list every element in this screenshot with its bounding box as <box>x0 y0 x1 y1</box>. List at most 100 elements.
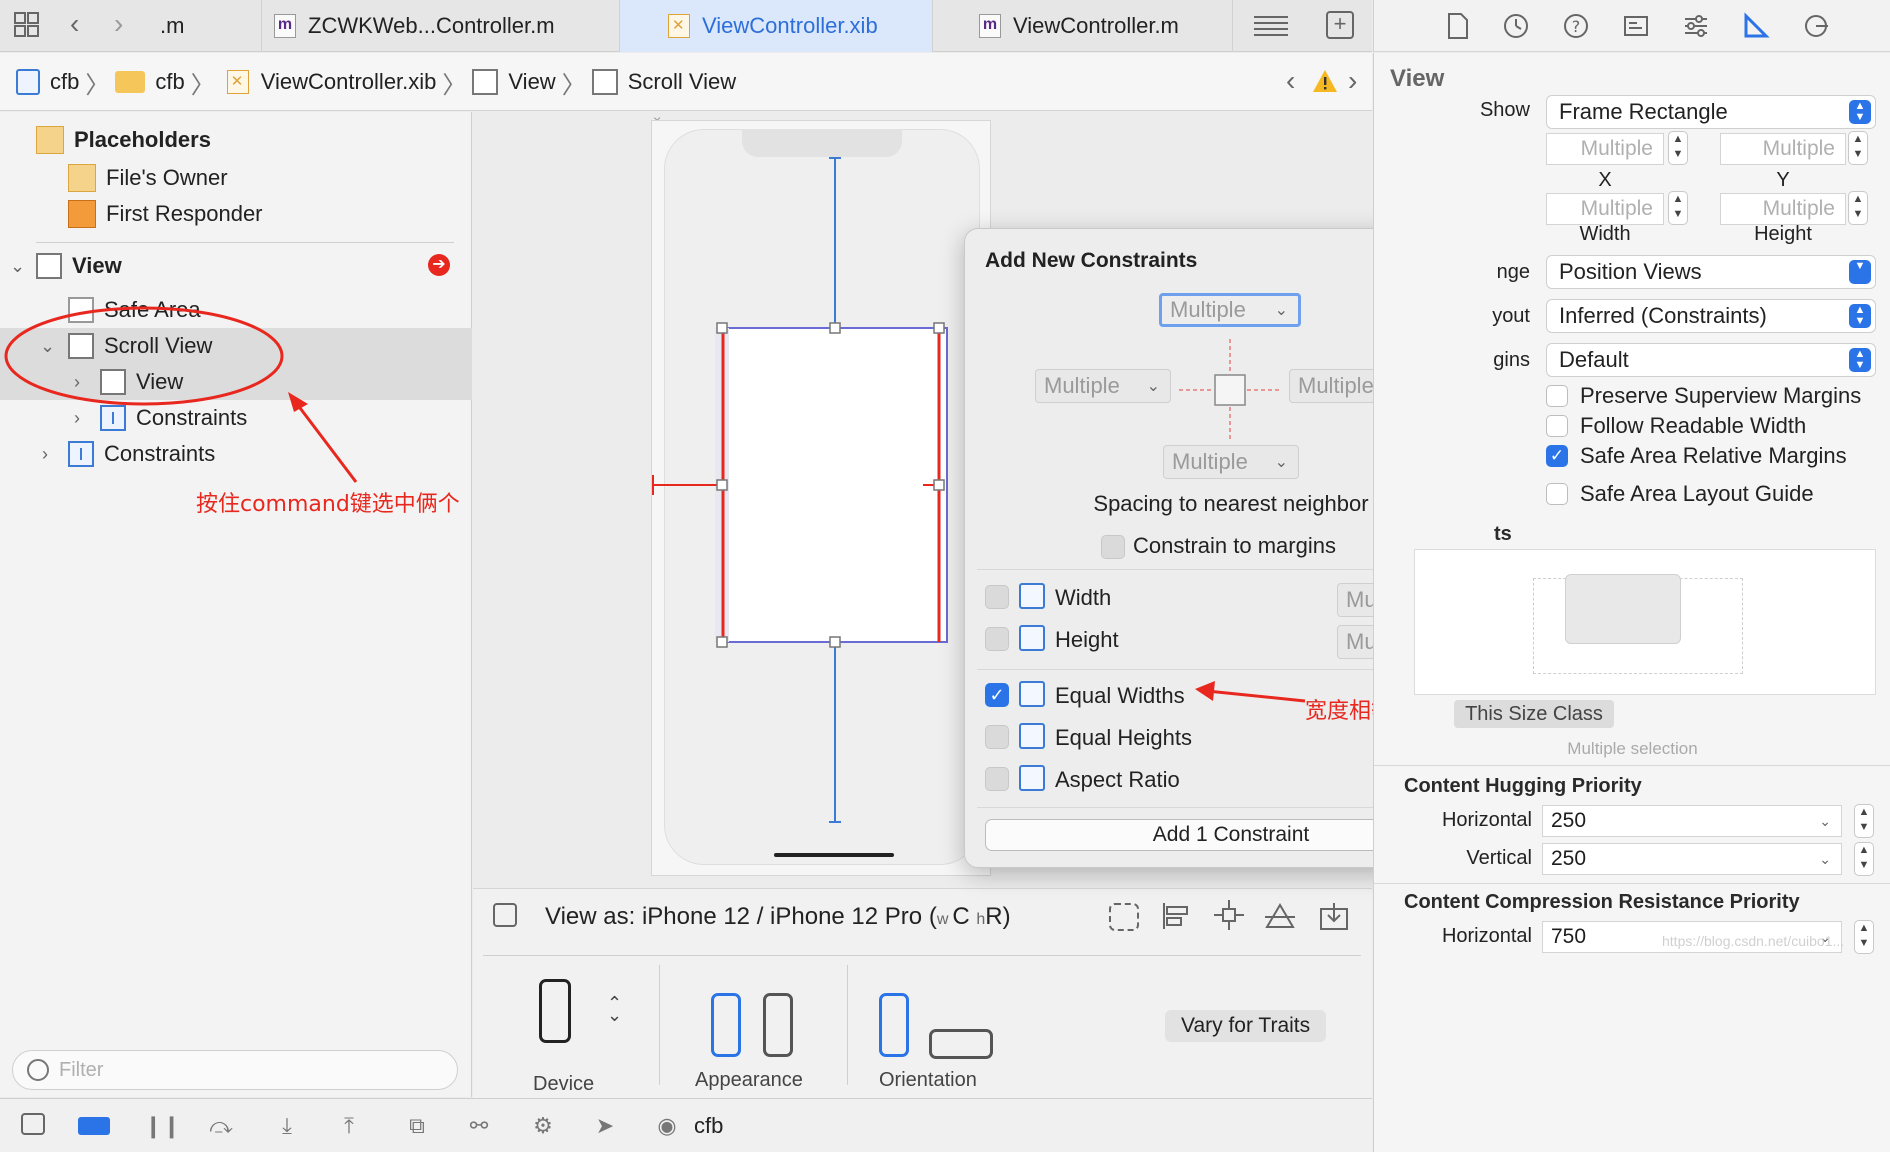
width-field[interactable]: Multiple <box>1546 193 1664 225</box>
aspect-ratio-checkbox[interactable] <box>985 767 1009 791</box>
orientation-landscape-icon[interactable] <box>929 1029 993 1059</box>
bottom-spacing-field[interactable]: Multiple ⌄ <box>1163 445 1299 479</box>
tab-viewcontroller-xib[interactable]: ViewController.xib <box>620 0 933 52</box>
breadcrumb-item[interactable]: Scroll View <box>628 69 736 95</box>
y-stepper[interactable]: ▲ ▼ <box>1848 131 1868 165</box>
previous-issue-icon[interactable]: ‹ <box>1286 65 1295 97</box>
device-stepper-icon[interactable]: ⌃ ⌄ <box>607 994 622 1024</box>
breadcrumb-item[interactable]: View <box>508 69 555 95</box>
identity-inspector-icon[interactable] <box>1622 12 1650 40</box>
back-icon[interactable]: ‹ <box>70 8 79 40</box>
tab-m-file[interactable]: .m <box>142 0 262 52</box>
preserve-margins-checkbox[interactable] <box>1546 385 1568 407</box>
tab-label: ViewController.xib <box>702 13 878 38</box>
vary-for-traits-button[interactable]: Vary for Traits <box>1165 1010 1327 1042</box>
breadcrumb-item[interactable]: cfb <box>50 69 79 95</box>
arrange-select[interactable]: Position Views ▼ <box>1546 255 1876 289</box>
appearance-light-icon[interactable] <box>711 993 741 1057</box>
grid-icon[interactable] <box>14 12 40 38</box>
compression-h-stepper[interactable]: ▲ ▼ <box>1854 920 1874 954</box>
m-file-icon: m <box>979 14 1001 38</box>
device-phone-icon[interactable] <box>539 979 571 1043</box>
margins-select[interactable]: Default ▲ ▼ <box>1546 343 1876 377</box>
equal-widths-checkbox[interactable]: ✓ <box>985 683 1009 707</box>
pause-icon[interactable]: ❙❙ <box>144 1113 181 1139</box>
breadcrumb-item[interactable]: ViewController.xib <box>261 69 437 95</box>
left-spacing-field[interactable]: Multiple ⌄ <box>1035 369 1171 403</box>
outline-label: Placeholders <box>74 127 211 152</box>
environment-icon[interactable]: ⚙ <box>528 1113 558 1139</box>
add-editor-icon[interactable]: + <box>1326 11 1354 39</box>
width-constraint-icon <box>1019 583 1045 609</box>
outline-placeholders[interactable]: Placeholders <box>0 122 472 158</box>
toggle-outline-icon[interactable] <box>493 903 517 927</box>
location-icon[interactable]: ➤ <box>590 1113 620 1139</box>
attributes-inspector-icon[interactable] <box>1682 12 1710 40</box>
breakpoints-icon[interactable] <box>78 1113 110 1139</box>
safe-area-guide-checkbox[interactable] <box>1546 483 1568 505</box>
top-spacing-field[interactable]: Multiple ⌄ <box>1159 293 1301 327</box>
select-value: Default <box>1559 347 1629 372</box>
constrain-margins-checkbox[interactable] <box>1101 535 1125 559</box>
chevron-right-icon: 〉 <box>442 71 467 99</box>
filter-icon <box>27 1059 49 1081</box>
step-into-icon[interactable]: ⤓ <box>272 1113 302 1139</box>
outline-first-responder[interactable]: First Responder <box>0 196 472 232</box>
layout-label: yout <box>1492 305 1530 327</box>
equal-heights-checkbox[interactable] <box>985 725 1009 749</box>
disclosure-closed-icon[interactable]: › <box>42 444 48 465</box>
outline-view[interactable]: ⌄ View ➔ <box>0 248 472 284</box>
safe-area-margins-checkbox[interactable]: ✓ <box>1546 445 1568 467</box>
forward-icon[interactable]: › <box>114 8 123 40</box>
align-icon[interactable] <box>1161 901 1191 931</box>
connections-inspector-icon[interactable] <box>1802 12 1830 40</box>
y-field[interactable]: Multiple <box>1720 133 1846 165</box>
filter-field[interactable]: Filter <box>12 1050 458 1090</box>
size-inspector-icon[interactable] <box>1742 12 1770 40</box>
add-constraints-icon[interactable] <box>1213 899 1245 931</box>
orientation-portrait-icon[interactable] <box>879 993 909 1057</box>
editor-options-icon[interactable] <box>1252 14 1290 38</box>
height-stepper[interactable]: ▲ ▼ <box>1848 191 1868 225</box>
step-over-icon[interactable]: ⤼ <box>206 1113 236 1139</box>
memory-graph-icon[interactable]: ⚯ <box>464 1113 494 1139</box>
hide-debug-area-icon[interactable] <box>18 1113 48 1139</box>
follow-readable-checkbox[interactable] <box>1546 415 1568 437</box>
hugging-v-field[interactable]: 250 ⌄ <box>1542 843 1842 875</box>
tab-viewcontroller-m[interactable]: m ViewController.m <box>933 0 1233 52</box>
x-stepper[interactable]: ▲ ▼ <box>1668 131 1688 165</box>
width-stepper[interactable]: ▲ ▼ <box>1668 191 1688 225</box>
hugging-v-stepper[interactable]: ▲ ▼ <box>1854 842 1874 876</box>
help-inspector-icon[interactable]: ? <box>1562 12 1590 40</box>
layout-select[interactable]: Inferred (Constraints) ▲ ▼ <box>1546 299 1876 333</box>
file-inspector-icon[interactable] <box>1444 12 1472 40</box>
h-size-label: h <box>976 911 986 928</box>
outline-constraints[interactable]: › Constraints <box>0 436 472 472</box>
view-hierarchy-icon[interactable]: ⧉ <box>402 1113 432 1139</box>
config-divider <box>847 965 848 1085</box>
appearance-dark-icon[interactable] <box>763 993 793 1057</box>
height-checkbox[interactable] <box>985 627 1009 651</box>
x-field[interactable]: Multiple <box>1546 133 1664 165</box>
outline-files-owner[interactable]: File's Owner <box>0 160 472 196</box>
show-select[interactable]: Frame Rectangle ▲ ▼ <box>1546 95 1876 129</box>
hugging-h-stepper[interactable]: ▲ ▼ <box>1854 804 1874 838</box>
disclosure-open-icon[interactable]: ⌄ <box>10 256 25 277</box>
size-class-button[interactable]: This Size Class <box>1454 700 1614 728</box>
view-as-label[interactable]: View as: iPhone 12 / iPhone 12 Pro (w C h… <box>545 903 1011 931</box>
height-field[interactable]: Multiple <box>1720 193 1846 225</box>
update-frames-icon[interactable] <box>1109 903 1139 931</box>
error-indicator-icon[interactable]: ➔ <box>428 254 450 276</box>
hugging-h-field[interactable]: 250 ⌄ <box>1542 805 1842 837</box>
warning-icon[interactable] <box>1312 69 1338 93</box>
breadcrumb-item[interactable]: cfb <box>155 69 184 95</box>
width-checkbox[interactable] <box>985 585 1009 609</box>
tab-zcwkweb-controller[interactable]: m ZCWKWeb...Controller.m <box>262 0 620 52</box>
embed-in-icon[interactable] <box>1319 901 1349 931</box>
history-inspector-icon[interactable] <box>1502 12 1530 40</box>
scheme-label[interactable]: cfb <box>694 1113 723 1139</box>
inspector-divider <box>1374 765 1890 766</box>
step-out-icon[interactable]: ⤒ <box>334 1113 364 1139</box>
next-issue-icon[interactable]: › <box>1348 65 1357 97</box>
resolve-issues-icon[interactable] <box>1263 901 1297 931</box>
